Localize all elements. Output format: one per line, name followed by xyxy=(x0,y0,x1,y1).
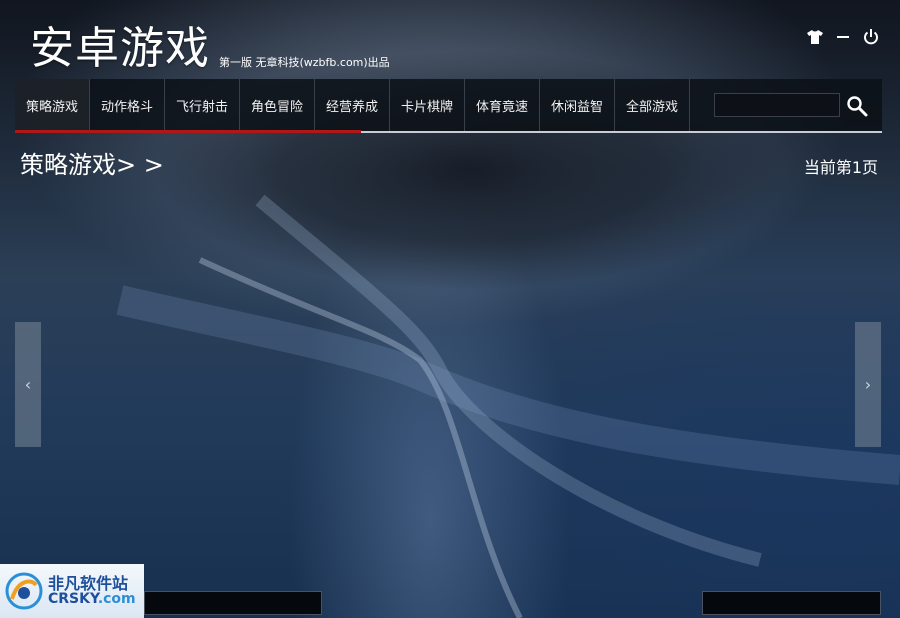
nav-item-shooter[interactable]: 飞行射击 xyxy=(165,79,240,131)
nav-item-sports[interactable]: 体育竟速 xyxy=(465,79,540,131)
tshirt-icon[interactable] xyxy=(806,28,824,46)
page-indicator: 当前第1页 xyxy=(803,158,878,177)
prev-page-button[interactable]: ‹ xyxy=(15,322,41,447)
nav-item-rpg[interactable]: 角色冒险 xyxy=(240,79,315,131)
nav-item-action[interactable]: 动作格斗 xyxy=(90,79,165,131)
watermark-en: CRSKY.com xyxy=(48,591,136,608)
chevron-left-icon: ‹ xyxy=(24,375,32,394)
section-title: 策略游戏> > xyxy=(20,151,164,179)
chevron-right-icon: › xyxy=(864,375,872,394)
app-title: 安卓游戏 xyxy=(30,23,210,74)
nav-item-strategy[interactable]: 策略游戏 xyxy=(15,79,90,131)
watermark-cn: 非凡软件站 xyxy=(48,573,129,593)
nav-item-simulation[interactable]: 经营养成 xyxy=(315,79,390,131)
bottom-right-panel xyxy=(702,591,881,615)
active-tab-indicator xyxy=(15,130,361,133)
window-controls xyxy=(806,28,880,46)
bottom-left-panel xyxy=(144,591,322,615)
next-page-button[interactable]: › xyxy=(855,322,881,447)
search-icon[interactable] xyxy=(846,95,868,117)
nav-item-all[interactable]: 全部游戏 xyxy=(615,79,690,131)
power-icon[interactable] xyxy=(862,28,880,46)
minus-icon[interactable] xyxy=(834,28,852,46)
crsky-logo-icon xyxy=(5,572,43,610)
search-input[interactable] xyxy=(714,93,840,117)
watermark-logo: 非凡软件站 CRSKY.com xyxy=(0,564,144,618)
nav-item-casual[interactable]: 休闲益智 xyxy=(540,79,615,131)
app-subtitle: 第一版 无章科技(wzbfb.com)出品 xyxy=(219,56,390,69)
nav-item-cards[interactable]: 卡片棋牌 xyxy=(390,79,465,131)
